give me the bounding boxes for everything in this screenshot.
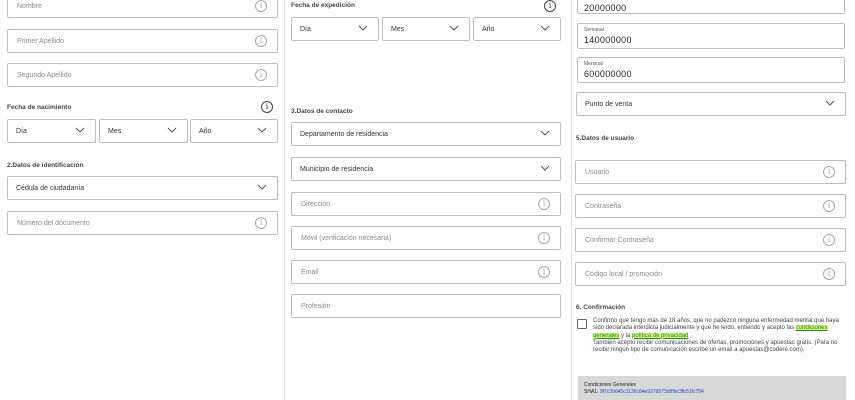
mes-value: Mes — [108, 128, 122, 135]
info-icon[interactable]: i — [538, 266, 550, 278]
usuario-placeholder: Usuario — [585, 169, 610, 176]
chevron-down-icon — [540, 25, 550, 31]
numero-documento-placeholder: Número del documento — [17, 220, 90, 227]
confirmacion-checkbox[interactable] — [577, 319, 587, 329]
direccion-placeholder: Dirección — [301, 201, 331, 208]
chevron-down-icon — [257, 127, 267, 133]
info-icon[interactable]: i — [823, 234, 835, 246]
info-icon[interactable]: i — [255, 69, 267, 81]
confirmar-contrasena-placeholder: Confirmar Contraseña — [585, 237, 654, 244]
consent-part3: También acepto recibir comunicaciones de… — [593, 339, 838, 354]
ano-value: Año — [199, 128, 212, 135]
info-icon[interactable]: i — [544, 0, 556, 12]
profesion-field[interactable]: Profesión — [291, 294, 561, 318]
nombre-placeholder: Nombre — [17, 3, 42, 10]
terms-hash-value[interactable]: 9f7c39d45c1136c84e9279573d9fbc3fb51fc784 — [600, 389, 704, 395]
mensual-value: 600000000 — [584, 69, 632, 79]
departamento-select[interactable]: Departamento de residencia — [291, 122, 561, 146]
mensual-label: Mensual — [584, 61, 603, 67]
info-icon[interactable]: i — [255, 35, 267, 47]
mes-value: Mes — [391, 26, 405, 33]
chevron-down-icon — [257, 184, 267, 190]
limite-diario-value: 20000000 — [584, 3, 627, 13]
info-icon[interactable]: i — [538, 198, 550, 210]
chevron-down-icon — [540, 165, 550, 171]
punto-venta-value: Punto de venta — [585, 101, 633, 108]
ano-value: Año — [482, 26, 495, 33]
tipo-documento-value: Cédula de ciudadanía — [16, 185, 85, 192]
info-icon[interactable]: i — [255, 217, 267, 229]
politica-privacidad-link[interactable]: política de privacidad — [632, 332, 689, 339]
terms-hash-label: SHA1: — [584, 389, 600, 395]
usuario-field[interactable]: Usuario i — [575, 160, 846, 184]
departamento-value: Departamento de residencia — [300, 131, 388, 138]
movil-placeholder: Móvil (verificación necesaria) — [301, 235, 392, 242]
contrasena-field[interactable]: Contraseña i — [575, 194, 846, 218]
movil-field[interactable]: Móvil (verificación necesaria) i — [291, 226, 561, 250]
nacimiento-mes-select[interactable]: Mes — [99, 119, 188, 143]
segundo-apellido-placeholder: Segundo Apellido — [17, 72, 72, 79]
section-5-title: 5.Datos de usuario — [576, 135, 635, 142]
nacimiento-dia-select[interactable]: Día — [7, 119, 96, 143]
expedicion-mes-select[interactable]: Mes — [382, 17, 470, 41]
info-icon[interactable]: i — [823, 200, 835, 212]
fecha-nacimiento-label: Fecha de nacimiento — [7, 104, 72, 111]
profesion-placeholder: Profesión — [301, 303, 331, 310]
info-icon[interactable]: i — [823, 268, 835, 280]
chevron-down-icon — [825, 100, 835, 106]
chevron-down-icon — [449, 25, 459, 31]
column-personal-data: Nombre i Primer Apellido i Segundo Apell… — [0, 0, 284, 400]
codigo-promocion-field[interactable]: Código local / promoción i — [575, 262, 846, 286]
nacimiento-ano-select[interactable]: Año — [190, 119, 278, 143]
info-icon[interactable]: i — [255, 0, 267, 12]
direccion-field[interactable]: Dirección i — [291, 192, 561, 216]
primer-apellido-field[interactable]: Primer Apellido i — [7, 29, 278, 53]
section-6-title: 6. Confirmación — [576, 304, 626, 311]
chevron-down-icon — [540, 130, 550, 136]
terms-box: Condiciones Generales SHA1: 9f7c39d45c11… — [578, 376, 846, 400]
fecha-expedicion-label: Fecha de expedición — [291, 2, 355, 9]
terms-hash: SHA1: 9f7c39d45c1136c84e9279573d9fbc3fb5… — [584, 389, 704, 395]
segundo-apellido-field[interactable]: Segundo Apellido i — [7, 63, 278, 87]
expedicion-ano-select[interactable]: Año — [473, 17, 561, 41]
limite-semanal-field[interactable]: Semanal 140000000 — [577, 23, 845, 49]
semanal-value: 140000000 — [584, 35, 632, 45]
limite-mensual-field[interactable]: Mensual 600000000 — [577, 57, 845, 83]
info-icon[interactable]: i — [823, 166, 835, 178]
dia-value: Día — [300, 26, 311, 33]
email-field[interactable]: Email i — [291, 260, 561, 284]
info-icon[interactable]: i — [538, 232, 550, 244]
consent-part2: y la — [619, 332, 633, 339]
semanal-label: Semanal — [584, 27, 604, 33]
numero-documento-field[interactable]: Número del documento i — [7, 211, 278, 235]
limite-diario-field[interactable]: 20000000 — [577, 0, 845, 14]
chevron-down-icon — [358, 25, 368, 31]
section-2-title: 2.Datos de identificación — [7, 162, 84, 169]
municipio-select[interactable]: Municipio de residencia — [291, 157, 561, 181]
terms-title: Condiciones Generales — [584, 382, 636, 388]
column-contact-data: Fecha de expedición i Día Mes Año 3.Dato… — [285, 0, 571, 400]
section-3-title: 3.Datos de contacto — [291, 108, 353, 115]
dia-value: Día — [16, 128, 27, 135]
contrasena-placeholder: Contraseña — [585, 203, 622, 210]
municipio-value: Municipio de residencia — [300, 166, 374, 173]
confirmar-contrasena-field[interactable]: Confirmar Contraseña i — [575, 228, 846, 252]
expedicion-dia-select[interactable]: Día — [291, 17, 379, 41]
codigo-promocion-placeholder: Código local / promoción — [585, 271, 663, 278]
email-placeholder: Email — [301, 269, 319, 276]
info-icon[interactable]: i — [261, 101, 273, 113]
chevron-down-icon — [75, 127, 85, 133]
primer-apellido-placeholder: Primer Apellido — [17, 38, 65, 45]
chevron-down-icon — [167, 127, 177, 133]
tipo-documento-select[interactable]: Cédula de ciudadanía — [7, 176, 278, 200]
consent-text: Confirmo que tengo más de 18 años, que n… — [593, 318, 848, 354]
punto-venta-select[interactable]: Punto de venta — [576, 92, 846, 116]
nombre-field[interactable]: Nombre i — [7, 0, 278, 18]
